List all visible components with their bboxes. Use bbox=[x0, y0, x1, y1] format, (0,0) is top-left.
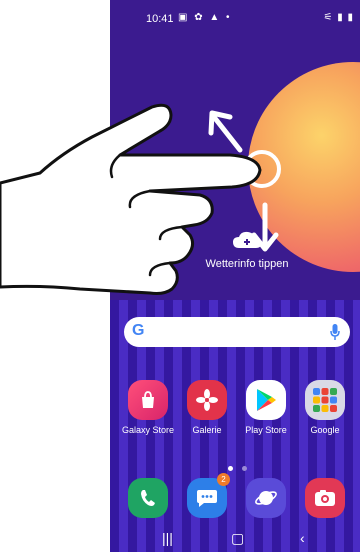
app-folder-icon bbox=[305, 380, 345, 420]
message-icon: 2 bbox=[187, 473, 230, 518]
hand-icon bbox=[0, 103, 262, 295]
app-gallery[interactable]: Galerie bbox=[176, 380, 238, 435]
signal-battery-icons: ⚟ ▮ ▮ bbox=[323, 12, 354, 23]
google-search-bar[interactable]: G bbox=[124, 317, 350, 347]
notification-badge: 2 bbox=[217, 473, 230, 486]
page-dot-active bbox=[228, 466, 233, 471]
phone-icon bbox=[128, 478, 168, 518]
app-internet[interactable] bbox=[235, 478, 297, 518]
home-button[interactable]: ▢ bbox=[231, 530, 244, 547]
recent-apps-button[interactable]: ||| bbox=[162, 530, 173, 546]
pinch-gesture-illustration bbox=[0, 103, 281, 295]
app-label: Play Store bbox=[245, 425, 287, 435]
back-button[interactable]: ‹ bbox=[300, 530, 305, 546]
shopping-bag-icon bbox=[128, 380, 168, 420]
status-bar: 10:41 ▣ ✿ ▲ • ⚟ ▮ ▮ bbox=[110, 0, 360, 32]
app-phone[interactable] bbox=[117, 478, 179, 518]
internet-icon bbox=[246, 478, 286, 518]
app-messages[interactable]: 2 bbox=[176, 473, 238, 518]
mic-icon[interactable] bbox=[330, 323, 340, 341]
app-camera[interactable] bbox=[294, 478, 356, 518]
page-dot bbox=[242, 466, 248, 471]
flower-icon bbox=[187, 380, 227, 420]
app-label: Galerie bbox=[192, 425, 222, 435]
app-google-folder[interactable]: Google bbox=[294, 380, 356, 435]
navigation-bar: ||| ▢ ‹ bbox=[110, 526, 360, 552]
status-time: 10:41 bbox=[146, 13, 174, 25]
camera-icon bbox=[305, 478, 345, 518]
app-label: Google bbox=[310, 425, 340, 435]
google-logo: G bbox=[132, 322, 145, 339]
arrow-up-left-icon bbox=[211, 114, 243, 153]
app-label: Galaxy Store bbox=[121, 425, 175, 435]
notification-icons: ▣ ✿ ▲ • bbox=[178, 12, 232, 23]
app-galaxy-store[interactable]: Galaxy Store bbox=[117, 380, 179, 435]
app-play-store[interactable]: Play Store bbox=[235, 380, 297, 435]
play-triangle-icon bbox=[246, 380, 286, 420]
page-indicator[interactable] bbox=[228, 458, 252, 476]
